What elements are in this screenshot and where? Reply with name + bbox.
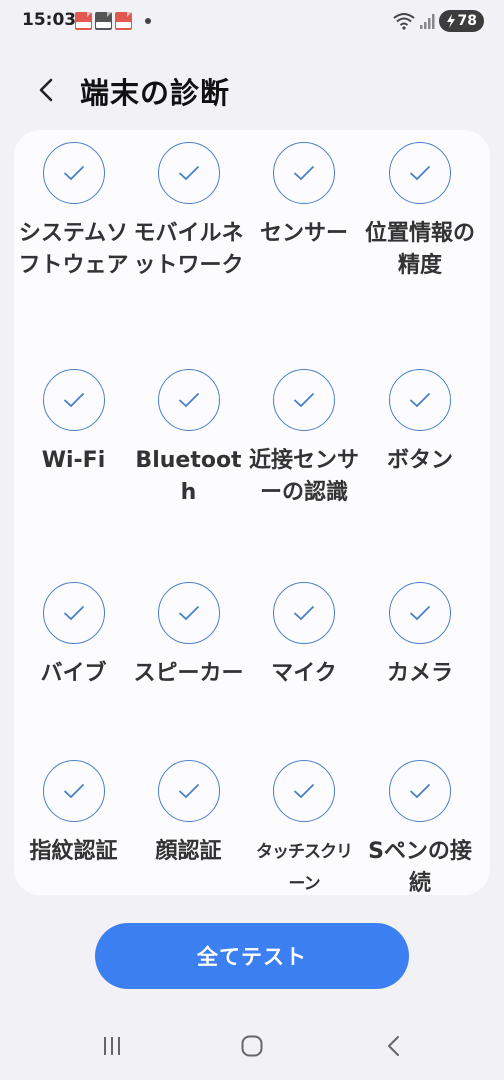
pdf-icon xyxy=(115,12,132,30)
diagnostic-label: ボタン xyxy=(386,448,453,473)
check-icon xyxy=(157,760,220,822)
back-nav-button[interactable] xyxy=(374,1030,414,1062)
back-button[interactable] xyxy=(30,70,64,110)
check-icon xyxy=(389,582,451,644)
charging-icon xyxy=(446,14,455,28)
diagnostic-label: タッチスクリーン xyxy=(256,842,353,894)
diagnostic-label: 位置情報の精度 xyxy=(365,221,476,278)
check-icon xyxy=(157,369,220,431)
status-time: 15:03 xyxy=(22,10,77,30)
diagnostic-label: センサー xyxy=(259,221,348,246)
diagnostic-item-face-recognition[interactable]: 顔認証 xyxy=(131,760,246,895)
more-notifications-dot-icon xyxy=(145,18,151,24)
diagnostic-label: カメラ xyxy=(386,661,453,686)
status-bar: 15:03 78 xyxy=(0,0,504,44)
check-icon xyxy=(42,760,105,822)
device-diagnostics-screen: 15:03 78 端末の診断 システムソフトウェア モバイルネットワーク センサ… xyxy=(0,0,504,1080)
check-icon xyxy=(157,142,220,204)
diagnostic-item-s-pen-connection[interactable]: Sペンの接続 xyxy=(362,760,478,895)
diagnostic-label: 顔認証 xyxy=(155,839,222,864)
diagnostic-label: マイク xyxy=(271,661,337,686)
diagnostic-item-microphone[interactable]: マイク xyxy=(246,582,362,760)
app-header: 端末の診断 xyxy=(0,60,504,120)
battery-level: 78 xyxy=(457,13,477,29)
diagnostic-item-sensor[interactable]: センサー xyxy=(246,142,362,369)
home-icon xyxy=(241,1035,263,1057)
diagnostic-item-touchscreen[interactable]: タッチスクリーン xyxy=(246,760,362,895)
check-icon xyxy=(42,369,105,431)
back-nav-icon xyxy=(388,1036,399,1056)
diagnostic-item-vibration[interactable]: バイブ xyxy=(16,582,131,760)
test-all-button[interactable]: 全てテスト xyxy=(95,923,409,989)
page-title: 端末の診断 xyxy=(80,76,231,110)
diagnostic-item-mobile-network[interactable]: モバイルネットワーク xyxy=(131,142,246,369)
diagnostic-label: モバイルネットワーク xyxy=(133,221,244,278)
home-button[interactable] xyxy=(232,1030,272,1062)
check-icon xyxy=(389,369,451,431)
diagnostic-label: システムソフトウェア xyxy=(18,221,129,278)
check-icon xyxy=(42,582,105,644)
wifi-icon xyxy=(392,13,415,30)
check-icon xyxy=(273,760,335,822)
diagnostic-label: スピーカー xyxy=(133,661,244,686)
recent-apps-icon xyxy=(104,1037,120,1055)
notification-icons xyxy=(75,12,151,30)
diagnostic-label: Bluetooth xyxy=(135,448,242,505)
diagnostic-label: Sペンの接続 xyxy=(368,839,472,895)
check-icon xyxy=(157,582,220,644)
check-icon xyxy=(389,142,451,204)
check-icon xyxy=(273,369,335,431)
diagnostics-card: システムソフトウェア モバイルネットワーク センサー 位置情報の精度 Wi-Fi… xyxy=(14,130,490,895)
navigation-bar xyxy=(0,1018,504,1080)
diagnostic-label: バイブ xyxy=(40,661,107,686)
recent-apps-button[interactable] xyxy=(92,1030,132,1062)
check-icon xyxy=(273,582,335,644)
chevron-left-icon xyxy=(39,78,53,102)
diagnostic-label: 近接センサーの認識 xyxy=(249,448,360,505)
diagnostic-item-location-accuracy[interactable]: 位置情報の精度 xyxy=(362,142,478,369)
diagnostic-item-wifi[interactable]: Wi-Fi xyxy=(16,369,131,582)
diagnostic-item-proximity-sensor[interactable]: 近接センサーの認識 xyxy=(246,369,362,582)
diagnostic-item-speaker[interactable]: スピーカー xyxy=(131,582,246,760)
diagnostic-item-fingerprint[interactable]: 指紋認証 xyxy=(16,760,131,895)
check-icon xyxy=(389,760,451,822)
system-status-icons: 78 xyxy=(392,10,484,32)
diagnostic-label: Wi-Fi xyxy=(41,448,106,473)
diagnostic-item-buttons[interactable]: ボタン xyxy=(362,369,478,582)
diagnostics-grid: システムソフトウェア モバイルネットワーク センサー 位置情報の精度 Wi-Fi… xyxy=(14,130,490,895)
check-icon xyxy=(42,142,105,204)
battery-indicator: 78 xyxy=(438,10,484,32)
diagnostic-item-camera[interactable]: カメラ xyxy=(362,582,478,760)
check-icon xyxy=(273,142,335,204)
diagnostic-label: 指紋認証 xyxy=(29,839,118,864)
pdf-icon xyxy=(75,12,92,30)
signal-icon xyxy=(419,14,435,29)
diagnostic-item-system-software[interactable]: システムソフトウェア xyxy=(16,142,131,369)
diagnostic-item-bluetooth[interactable]: Bluetooth xyxy=(131,369,246,582)
pdf-icon xyxy=(95,12,112,30)
